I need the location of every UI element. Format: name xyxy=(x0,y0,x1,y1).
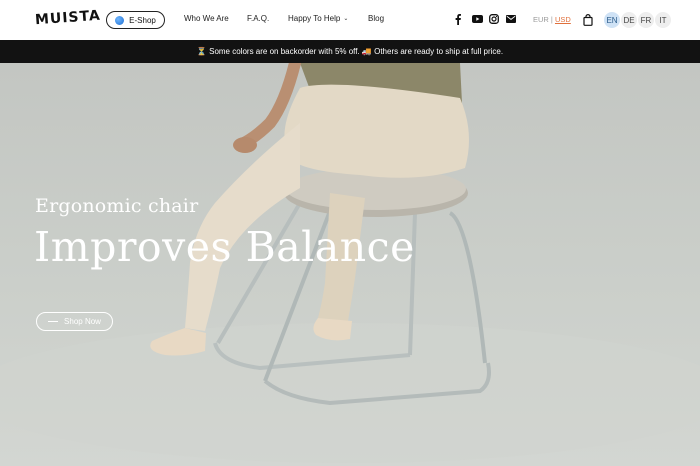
nav-happy-to-help[interactable]: Happy To Help ⌄ xyxy=(288,14,348,23)
lang-fr[interactable]: FR xyxy=(638,12,654,28)
brand-logo[interactable]: MUISTA xyxy=(35,8,102,29)
shop-now-label: Shop Now xyxy=(64,317,101,326)
eshop-button[interactable]: E-Shop xyxy=(106,11,165,29)
nav-blog-label: Blog xyxy=(368,14,385,23)
lang-en[interactable]: EN xyxy=(604,12,620,28)
currency-eur[interactable]: EUR xyxy=(533,15,549,24)
youtube-icon[interactable] xyxy=(471,13,483,25)
currency-usd[interactable]: USD xyxy=(555,15,571,24)
line-icon xyxy=(48,321,59,322)
globe-icon xyxy=(115,15,125,25)
shop-now-button[interactable]: Shop Now xyxy=(36,312,113,331)
nav-who-we-are-label: Who We Are xyxy=(184,14,229,23)
language-switcher: EN DE FR IT xyxy=(604,12,671,28)
nav-happy-to-help-label: Happy To Help xyxy=(288,14,341,23)
nav-blog[interactable]: Blog xyxy=(368,14,384,23)
eshop-label: E-Shop xyxy=(129,15,156,25)
site-header: MUISTA E-Shop Who We Are F.A.Q. Happy To… xyxy=(0,0,700,40)
hero-banner: Ergonomic chair Improves Balance Shop No… xyxy=(0,63,700,466)
chevron-down-icon: ⌄ xyxy=(343,16,349,22)
instagram-icon[interactable] xyxy=(488,13,500,25)
email-icon[interactable] xyxy=(505,13,517,25)
nav-faq-label: F.A.Q. xyxy=(247,14,270,23)
hero-headline: Improves Balance xyxy=(34,223,415,271)
announcement-bar: ⏳ Some colors are on backorder with 5% o… xyxy=(0,40,700,63)
announcement-text: ⏳ Some colors are on backorder with 5% o… xyxy=(196,47,504,56)
shopping-bag-icon[interactable] xyxy=(583,13,593,26)
nav-who-we-are[interactable]: Who We Are xyxy=(184,14,229,23)
lang-it[interactable]: IT xyxy=(655,12,671,28)
nav-faq[interactable]: F.A.Q. xyxy=(247,14,269,23)
lang-de[interactable]: DE xyxy=(621,12,637,28)
hero-eyebrow: Ergonomic chair xyxy=(35,195,199,217)
facebook-icon[interactable] xyxy=(452,13,464,25)
currency-switcher[interactable]: EUR | USD xyxy=(533,15,571,24)
